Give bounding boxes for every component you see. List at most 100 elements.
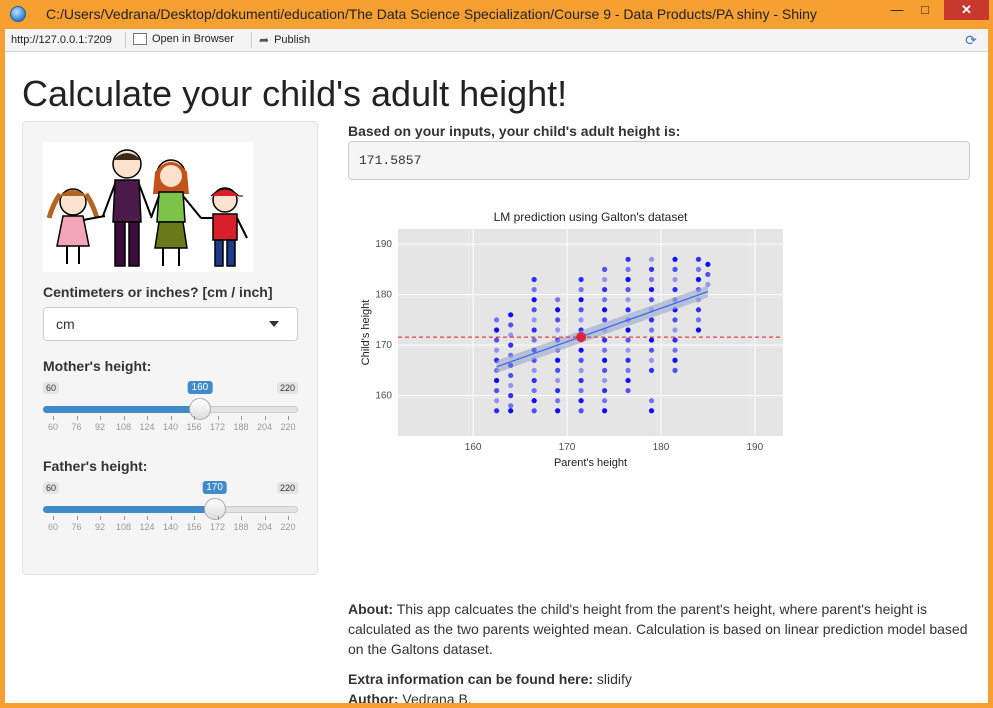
open-in-browser-label: Open in Browser: [152, 33, 234, 45]
father-height-slider[interactable]: 60 220 170 60 76 92 108 124 140 156 172 188 204 22…: [43, 481, 298, 542]
data-point: [578, 408, 584, 414]
data-point: [555, 307, 561, 313]
data-point: [531, 327, 537, 333]
publish-button[interactable]: ➦ Publish: [259, 33, 310, 47]
publish-label: Publish: [274, 34, 311, 46]
data-point: [578, 367, 584, 373]
close-button[interactable]: ✕: [944, 0, 989, 20]
slider-tick: [170, 516, 172, 520]
slider-tick: [217, 516, 219, 520]
data-point: [555, 357, 561, 363]
slider-value-label: 170: [202, 481, 227, 494]
slider-tick-label: 108: [115, 522, 132, 532]
y-tick-label: 190: [375, 239, 392, 250]
data-point: [578, 387, 584, 394]
data-point: [695, 317, 702, 323]
data-point: [625, 387, 631, 394]
data-point: [508, 312, 514, 318]
slider-tick: [217, 416, 219, 420]
slider-fill-bar: [43, 406, 200, 413]
data-point: [648, 357, 655, 363]
slider-tick-label: 60: [47, 422, 59, 432]
y-tick-label: 170: [375, 340, 392, 351]
slider-tick-label: 172: [209, 422, 226, 432]
maximize-button[interactable]: □: [912, 0, 938, 20]
data-point: [672, 347, 678, 353]
slider-tick: [241, 416, 242, 420]
data-point: [625, 337, 631, 343]
slider-tick: [147, 516, 148, 520]
extra-info-paragraph: Extra information can be found here: sli…: [348, 669, 973, 689]
data-point: [648, 327, 655, 333]
slider-tick: [288, 416, 289, 420]
units-selected-value: cm: [56, 316, 75, 332]
data-point: [601, 377, 608, 384]
father-height-label: Father's height:: [43, 458, 148, 474]
data-point: [705, 271, 711, 278]
slider-tick: [76, 416, 78, 420]
about-label: About:: [348, 601, 394, 617]
x-tick-label: 160: [465, 442, 482, 453]
slider-tick: [100, 416, 101, 420]
toolbar-separator: [251, 32, 252, 48]
data-point: [508, 382, 514, 389]
data-point: [531, 367, 537, 373]
data-point: [625, 377, 631, 384]
result-label: Based on your inputs, your child's adult…: [348, 123, 681, 139]
data-point: [531, 317, 537, 323]
data-point: [625, 266, 631, 272]
toolbar-separator: [125, 32, 126, 48]
x-tick-label: 190: [746, 442, 763, 453]
slider-tick: [76, 516, 78, 520]
data-point: [601, 337, 608, 343]
slider-tick: [170, 416, 172, 420]
data-point: [648, 347, 655, 353]
minimize-button[interactable]: —: [884, 0, 910, 20]
browser-window-icon: [133, 33, 147, 45]
slider-tick-label: 108: [115, 422, 132, 432]
data-point: [672, 337, 678, 343]
viewer-toolbar: http://127.0.0.1:7209 Open in Browser ➦ …: [5, 29, 988, 52]
data-point: [601, 266, 608, 272]
data-point: [493, 398, 500, 404]
data-point: [648, 297, 655, 303]
data-point: [672, 286, 678, 293]
data-point: [672, 276, 678, 283]
result-value: 171.5857: [359, 153, 422, 168]
data-point: [601, 297, 608, 303]
data-point: [695, 276, 702, 283]
url-display: http://127.0.0.1:7209: [11, 34, 112, 46]
page-title: Calculate your child's adult height!: [22, 73, 568, 114]
data-point: [601, 347, 608, 353]
slider-fill-bar: [43, 506, 215, 513]
data-point: [695, 266, 702, 272]
slider-tick: [100, 516, 101, 520]
slider-tick-label: 60: [47, 522, 59, 532]
refresh-icon[interactable]: ⟳: [963, 32, 979, 48]
data-point: [508, 342, 514, 348]
mother-height-slider[interactable]: 60 220 160 60 76 92 108 124 140 156 172 188 204 22…: [43, 381, 298, 442]
data-point: [555, 408, 561, 414]
data-point: [531, 337, 537, 343]
slider-min-label: 60: [43, 482, 60, 494]
data-point: [648, 408, 655, 414]
extra-info-link[interactable]: slidify: [593, 671, 632, 687]
slider-tick-label: 156: [186, 422, 202, 432]
author-label: Author:: [348, 691, 399, 703]
data-point: [601, 276, 608, 283]
app-window: http://127.0.0.1:7209 Open in Browser ➦ …: [5, 29, 988, 703]
data-point: [625, 286, 631, 293]
slider-tick-label: 140: [162, 522, 179, 532]
units-select[interactable]: cm: [43, 307, 298, 341]
open-in-browser-button[interactable]: Open in Browser: [133, 33, 234, 45]
data-point: [578, 357, 584, 363]
slider-tick-label: 92: [94, 522, 106, 532]
data-point: [648, 286, 655, 293]
data-point: [601, 408, 608, 414]
data-point: [625, 327, 631, 333]
prediction-chart: 160 170 180 190 160 170 180 190 LM prediction us…: [360, 210, 783, 469]
data-point: [601, 286, 608, 293]
data-point: [601, 387, 608, 394]
data-point: [601, 398, 608, 404]
about-text: This app calcuates the child's height fr…: [348, 601, 968, 657]
